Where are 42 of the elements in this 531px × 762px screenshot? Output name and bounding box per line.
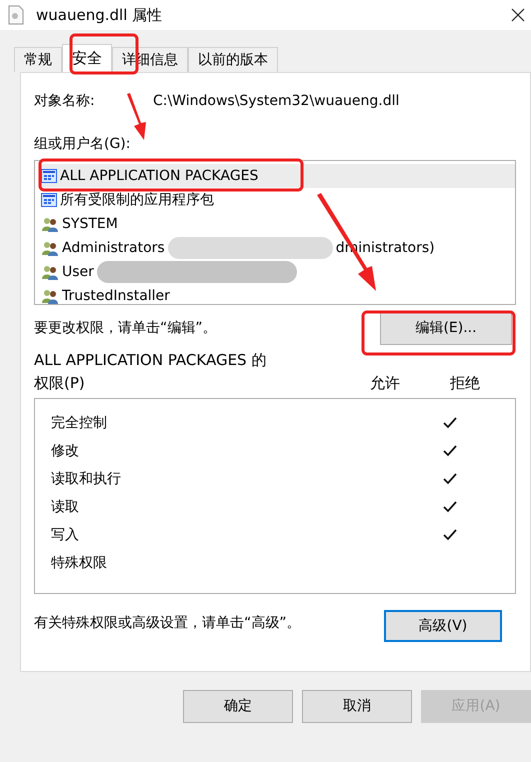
group-list-item[interactable]: User (41, 260, 515, 284)
package-icon (41, 169, 57, 183)
permission-name: 完全控制 (51, 414, 108, 432)
deny-header: 拒绝 (450, 372, 481, 394)
checkmark-icon (443, 445, 457, 457)
advanced-button[interactable]: 高级(V) (384, 610, 502, 642)
object-name-value: C:\Windows\System32\wuaueng.dll (153, 92, 400, 111)
checkmark-icon (443, 473, 457, 485)
file-icon (8, 5, 24, 25)
window-title: wuaueng.dll 属性 (36, 4, 162, 26)
group-list-item[interactable]: ALL APPLICATION PACKAGES (41, 164, 515, 188)
close-icon[interactable] (511, 8, 525, 22)
dialog-button[interactable]: 取消 (302, 690, 412, 723)
edit-hint: 要更改权限，请单击“编辑”。 (34, 318, 218, 338)
group-list-label: 组或用户名(G): (34, 135, 132, 154)
dialog-button[interactable]: 确定 (183, 690, 293, 723)
permission-name: 读取 (51, 498, 80, 516)
checkmark-icon (443, 529, 457, 541)
tab[interactable]: 常规 (14, 47, 62, 72)
users-icon (41, 264, 59, 280)
permissions-label: 权限(P) (34, 372, 86, 394)
group-list-item[interactable]: SYSTEM (41, 212, 515, 236)
checkmark-icon (443, 417, 457, 429)
permission-name: 修改 (51, 442, 80, 460)
tab[interactable]: 安全 (62, 44, 112, 72)
permission-name: 读取和执行 (51, 470, 122, 488)
package-icon (41, 193, 57, 207)
object-name-label: 对象名称: (34, 92, 96, 111)
advanced-hint: 有关特殊权限或高级设置，请单击“高级”。 (34, 614, 302, 632)
allow-header: 允许 (370, 372, 401, 394)
group-list-item[interactable]: 所有受限制的应用程序包 (41, 188, 515, 212)
checkmark-icon (443, 501, 457, 513)
users-icon (41, 240, 59, 256)
tab[interactable]: 以前的版本 (188, 47, 278, 72)
permission-name: 特殊权限 (51, 554, 108, 572)
permission-name: 写入 (51, 526, 80, 544)
annotation-box (69, 33, 139, 75)
permissions-title: ALL APPLICATION PACKAGES 的 (34, 350, 268, 371)
group-list-item[interactable]: TrustedInstaller (41, 284, 515, 308)
edit-button[interactable]: 编辑(E)... (380, 311, 512, 345)
users-icon (41, 216, 59, 232)
users-icon (41, 288, 59, 304)
